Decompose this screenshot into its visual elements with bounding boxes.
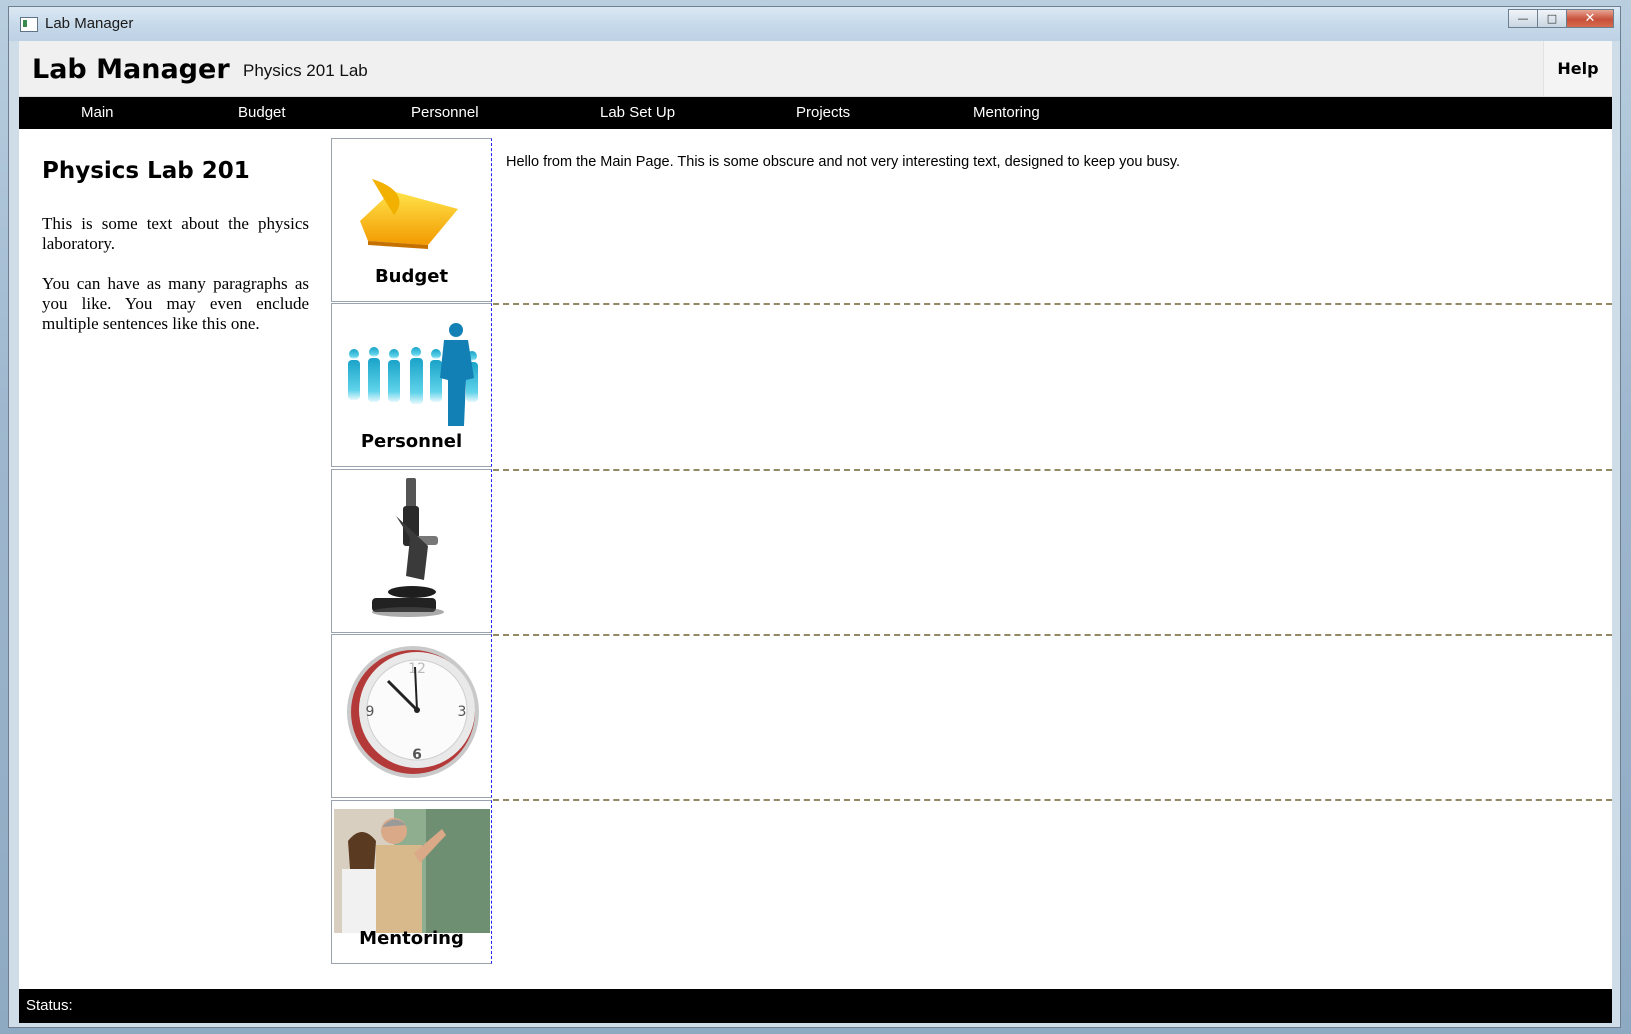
tile-budget[interactable]: Budget: [331, 138, 492, 302]
sidebar: Physics Lab 201 This is some text about …: [19, 138, 331, 958]
status-label: Status:: [26, 997, 73, 1014]
app-window: Lab Manager — □ ✕ Lab Manager Physics 20…: [8, 6, 1621, 1028]
minimize-button[interactable]: —: [1508, 9, 1537, 28]
help-button[interactable]: Help: [1543, 41, 1612, 96]
lab-subtitle: Physics 201 Lab: [243, 61, 368, 80]
grid-divider: [493, 799, 1612, 801]
grid-divider: [493, 303, 1612, 305]
maximize-button[interactable]: □: [1537, 9, 1566, 28]
svg-text:9: 9: [366, 704, 375, 720]
tile-personnel[interactable]: Personnel: [331, 303, 492, 467]
main-page-text: Hello from the Main Page. This is some o…: [506, 154, 1181, 170]
nav-item-projects[interactable]: Projects: [796, 97, 850, 129]
status-bar: Status:: [19, 989, 1612, 1023]
grid-divider: [493, 469, 1612, 471]
tile-mentoring[interactable]: Mentoring: [331, 800, 492, 964]
sticky-note-icon: [360, 179, 458, 249]
grid-divider: [493, 634, 1612, 636]
clock-icon: 12 9 3 6: [347, 646, 479, 778]
nav-item-mentoring[interactable]: Mentoring: [973, 97, 1040, 129]
window-controls: — □ ✕: [1508, 9, 1614, 28]
tile-projects[interactable]: 12 9 3 6: [331, 634, 492, 798]
teacher-student-photo: [334, 809, 490, 933]
tile-label: Budget: [374, 266, 449, 287]
nav-item-budget[interactable]: Budget: [238, 97, 286, 129]
app-header: Lab Manager Physics 201 Lab Help: [19, 41, 1612, 97]
tile-lab-set-up[interactable]: [331, 469, 492, 633]
tile-label: Mentoring: [359, 928, 464, 949]
svg-text:6: 6: [412, 747, 422, 763]
title-bar[interactable]: Lab Manager — □ ✕: [9, 7, 1620, 41]
app-window-icon: [20, 17, 38, 32]
app-title: Lab Manager: [32, 54, 230, 85]
microscope-icon: [372, 478, 444, 617]
nav-item-lab-set-up[interactable]: Lab Set Up: [600, 97, 675, 129]
window-title: Lab Manager: [45, 15, 134, 32]
nav-item-personnel[interactable]: Personnel: [411, 97, 479, 129]
sidebar-paragraph: This is some text about the physics labo…: [42, 214, 309, 253]
people-silhouettes-icon: [348, 323, 478, 426]
sidebar-paragraph: You can have as many paragraphs as you l…: [42, 274, 309, 333]
svg-text:12: 12: [408, 661, 426, 677]
nav-item-main[interactable]: Main: [81, 97, 114, 129]
client-area: Lab Manager Physics 201 Lab Help Main Bu…: [19, 41, 1612, 1023]
svg-text:3: 3: [458, 704, 467, 720]
tile-label: Personnel: [360, 431, 463, 452]
sidebar-title: Physics Lab 201: [42, 158, 250, 184]
nav-bar: Main Budget Personnel Lab Set Up Project…: [19, 97, 1612, 129]
close-button[interactable]: ✕: [1566, 9, 1614, 28]
